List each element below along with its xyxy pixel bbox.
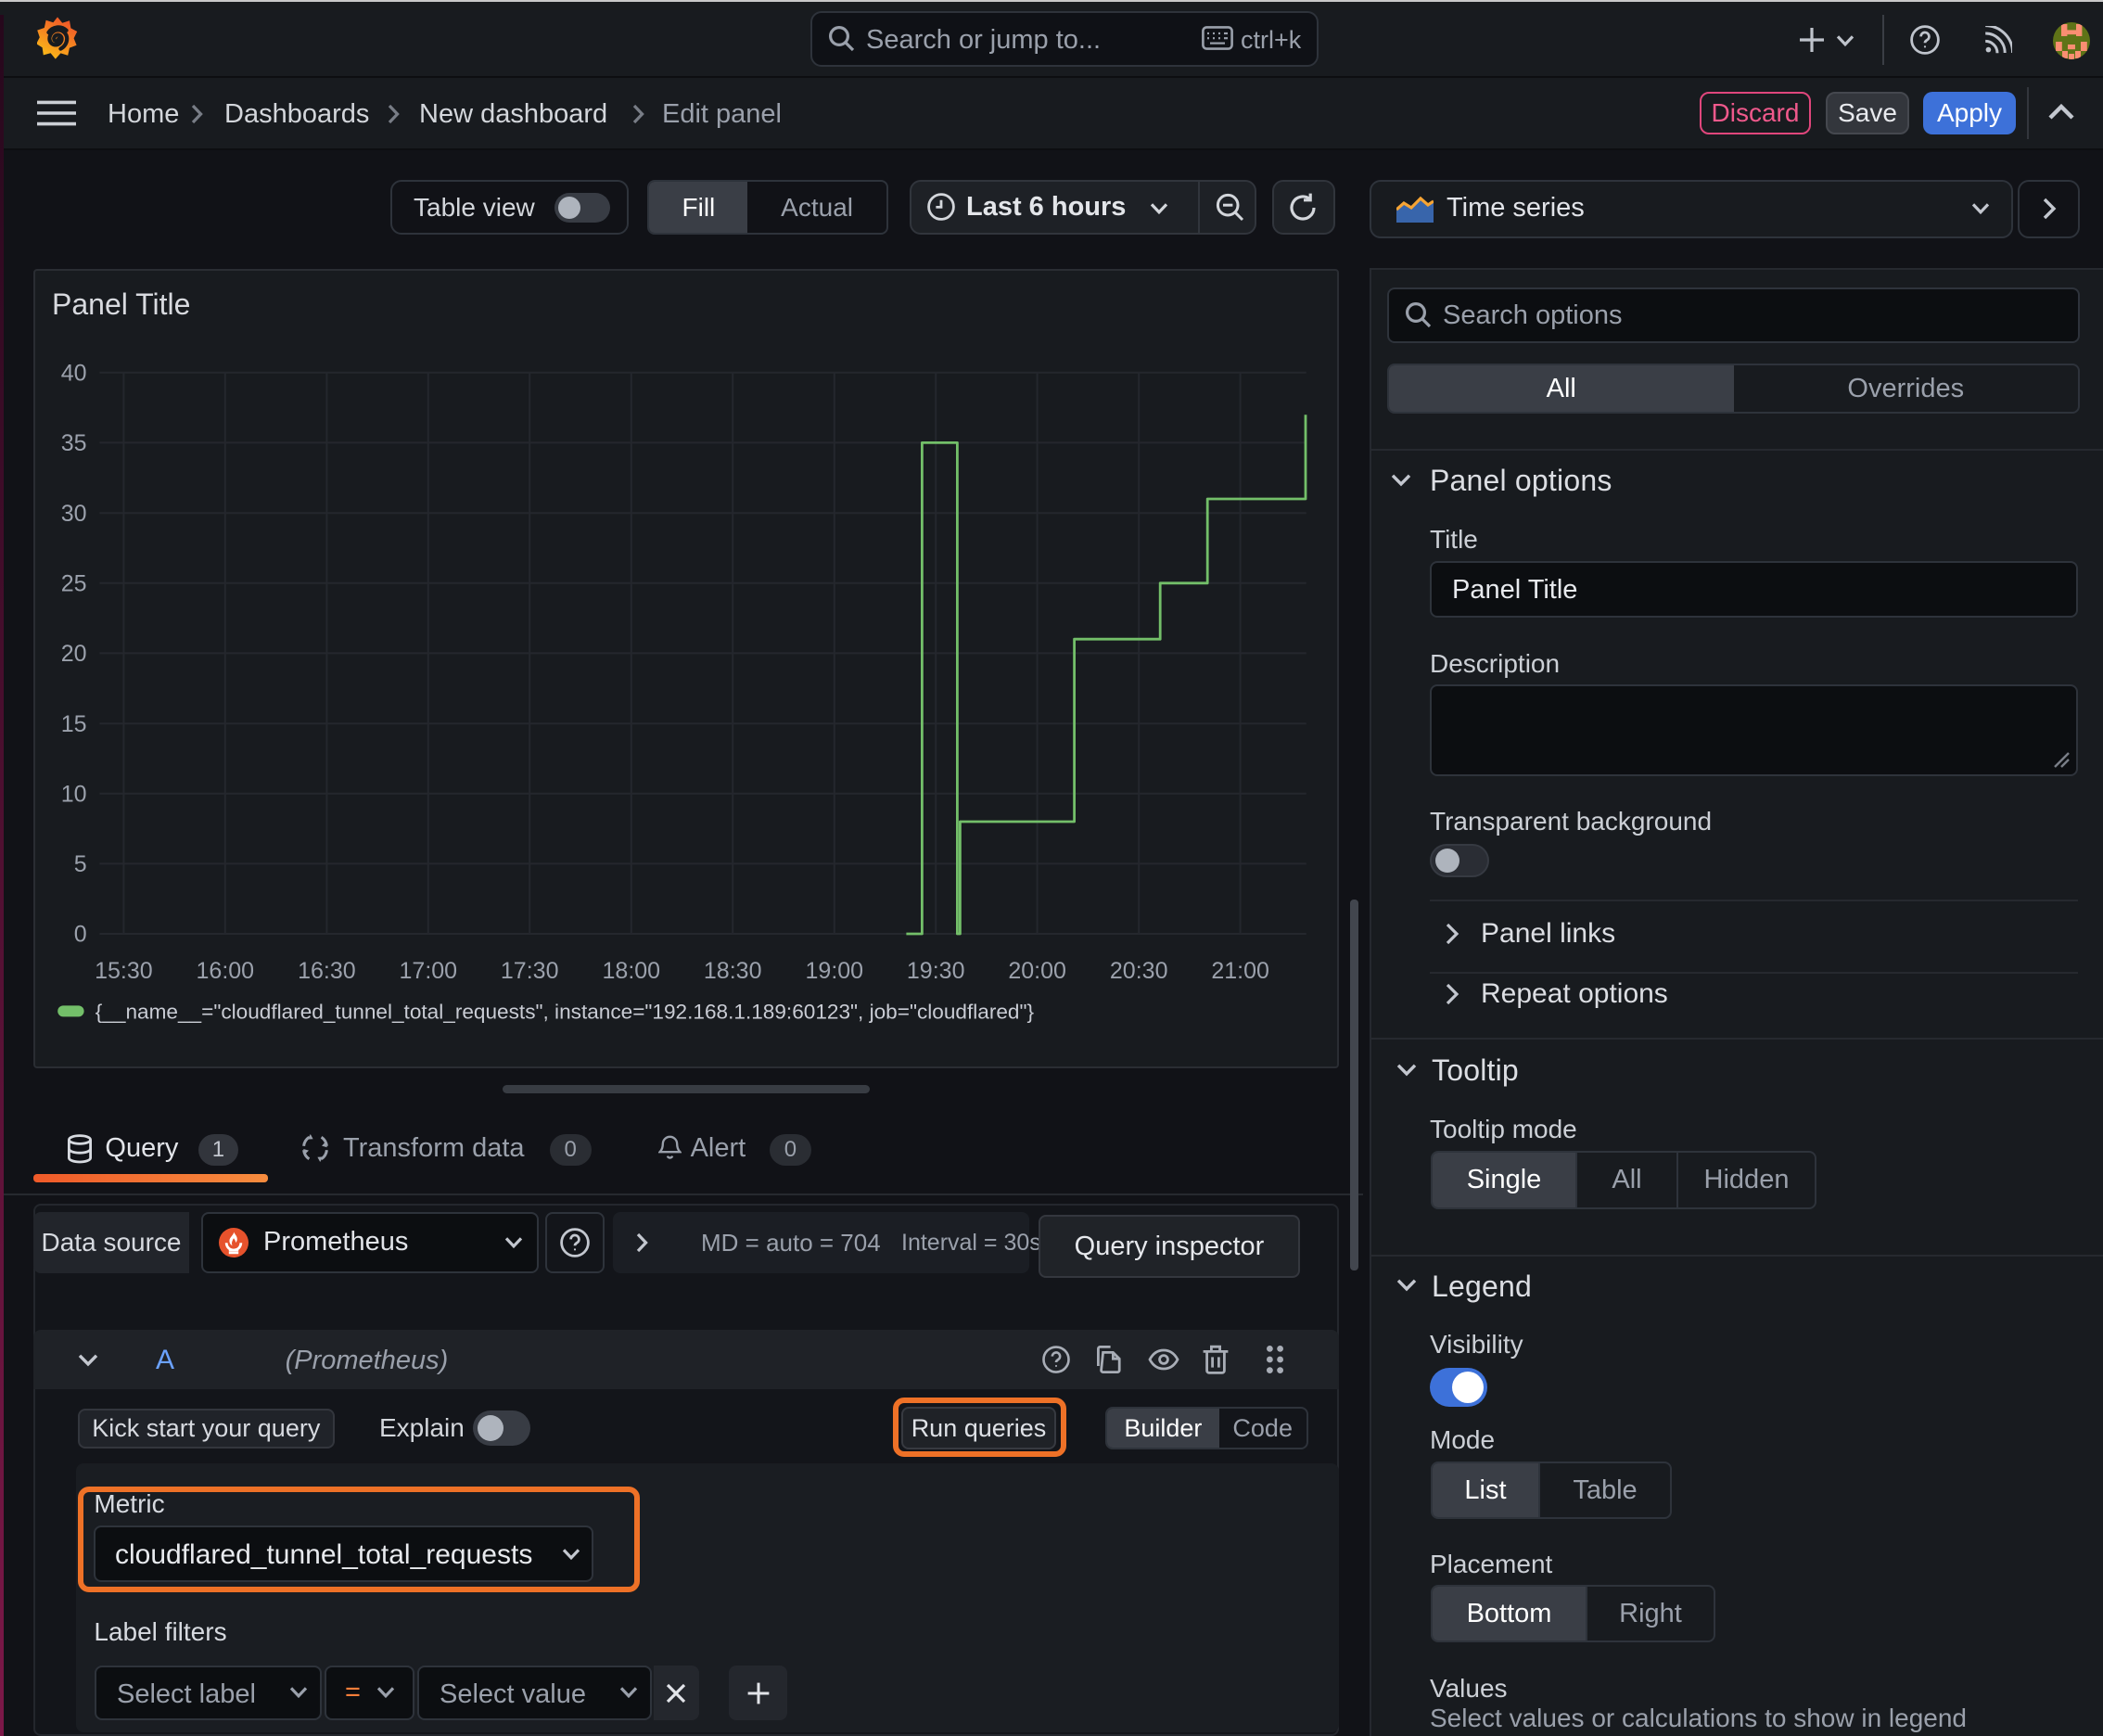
svg-text:{__name__="cloudflared_tunnel_: {__name__="cloudflared_tunnel_total_requ…: [96, 1001, 1035, 1024]
svg-text:16:00: 16:00: [197, 958, 255, 984]
svg-text:21:00: 21:00: [1211, 958, 1269, 984]
svg-text:5: 5: [74, 851, 87, 877]
svg-text:18:30: 18:30: [704, 958, 762, 984]
svg-text:25: 25: [61, 570, 87, 596]
svg-text:15: 15: [61, 711, 87, 737]
svg-text:35: 35: [61, 430, 87, 456]
svg-text:20: 20: [61, 641, 87, 667]
svg-text:0: 0: [74, 922, 87, 948]
svg-text:30: 30: [61, 501, 87, 527]
svg-text:17:30: 17:30: [501, 958, 559, 984]
svg-text:20:30: 20:30: [1110, 958, 1168, 984]
svg-text:16:30: 16:30: [298, 958, 356, 984]
svg-text:40: 40: [61, 360, 87, 386]
svg-text:20:00: 20:00: [1008, 958, 1066, 984]
svg-text:10: 10: [61, 781, 87, 807]
svg-text:19:00: 19:00: [806, 958, 864, 984]
svg-text:17:00: 17:00: [400, 958, 458, 984]
svg-text:18:00: 18:00: [603, 958, 661, 984]
svg-text:19:30: 19:30: [907, 958, 965, 984]
svg-text:15:30: 15:30: [95, 958, 153, 984]
